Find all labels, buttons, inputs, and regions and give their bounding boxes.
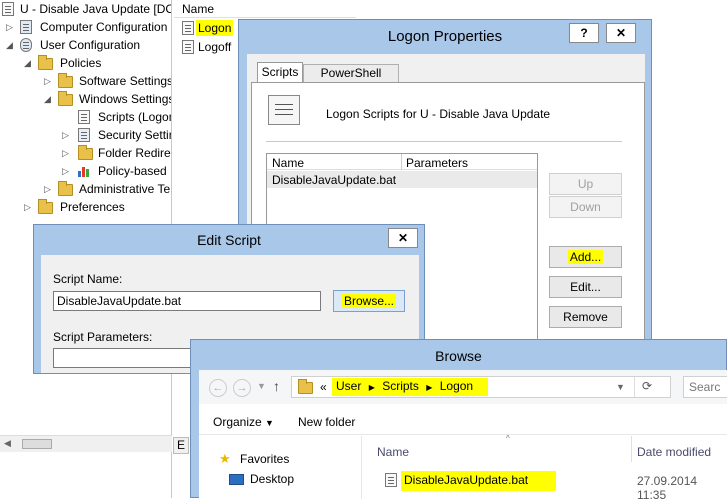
script-icon (182, 40, 194, 54)
expand-arrow-icon[interactable]: ▷ (44, 72, 52, 90)
browse-window: Browse ← → ▼ ↑ « User ▶ Scripts ▶ Logon … (190, 339, 727, 502)
list-item-logoff[interactable]: Logoff (178, 38, 236, 56)
recent-dropdown-icon[interactable]: ▼ (257, 381, 266, 391)
breadcrumb: User ▶ Scripts ▶ Logon (332, 378, 488, 396)
nav-desktop[interactable]: Desktop (250, 472, 294, 486)
edit-button[interactable]: Edit... (549, 276, 622, 298)
desktop-icon (229, 474, 244, 485)
toolbar: Organize ▼ New folder (199, 407, 727, 435)
folder-icon (58, 181, 73, 196)
scroll-left-icon[interactable]: ◀ (4, 438, 11, 449)
script-icon (182, 21, 194, 35)
breadcrumb-prefix: « (320, 380, 327, 394)
collapse-arrow-icon[interactable]: ◢ (6, 36, 14, 54)
scrollbar-thumb[interactable] (22, 439, 52, 449)
expand-arrow-icon[interactable]: ▷ (44, 180, 52, 198)
nav-favorites[interactable]: Favorites (240, 452, 289, 466)
remove-button[interactable]: Remove (549, 306, 622, 328)
list-item-logon[interactable]: Logon (178, 19, 236, 37)
column-date-modified[interactable]: Date modified (637, 445, 711, 459)
search-input[interactable]: Searc (683, 376, 727, 398)
folder-icon (38, 199, 53, 214)
list-column-header[interactable]: Name (174, 0, 356, 18)
folder-icon (58, 91, 73, 106)
shield-icon (78, 128, 90, 142)
refresh-icon[interactable]: ⟳ (642, 379, 652, 393)
address-bar-row: ← → ▼ ↑ « User ▶ Scripts ▶ Logon ▼ ⟳ Sea… (199, 370, 727, 404)
close-button[interactable]: ✕ (388, 228, 418, 248)
script-file-icon (268, 95, 300, 125)
window-title: Edit Script (197, 232, 261, 248)
script-parameters-input[interactable] (53, 348, 193, 368)
help-button[interactable]: ? (569, 23, 599, 43)
table-row[interactable]: DisableJavaUpdate.bat (267, 171, 537, 188)
up-arrow-icon[interactable]: ↑ (273, 378, 280, 394)
breadcrumb-scripts[interactable]: Scripts (382, 379, 419, 393)
address-bar[interactable]: « User ▶ Scripts ▶ Logon ▼ ⟳ (291, 376, 671, 398)
folder-icon (58, 73, 73, 88)
add-button[interactable]: Add... (549, 246, 622, 268)
folder-icon (38, 55, 53, 70)
back-icon[interactable]: ← (209, 379, 227, 397)
close-button[interactable]: ✕ (606, 23, 636, 43)
down-button[interactable]: Down (549, 196, 622, 218)
sort-arrow-icon: ^ (506, 434, 510, 443)
scripts-heading: Logon Scripts for U - Disable Java Updat… (326, 107, 551, 121)
expand-arrow-icon[interactable]: ▷ (62, 144, 70, 162)
new-folder-button[interactable]: New folder (298, 415, 355, 429)
folder-icon (78, 145, 93, 160)
expand-arrow-icon[interactable]: ▷ (6, 18, 14, 36)
computer-icon (20, 20, 32, 34)
forward-icon[interactable]: → (233, 379, 251, 397)
script-parameters-label: Script Parameters: (53, 330, 153, 344)
batch-file-icon (385, 473, 397, 487)
file-row[interactable]: DisableJavaUpdate.bat 27.09.2014 11:35 (377, 470, 727, 502)
folder-icon (298, 379, 313, 394)
breadcrumb-logon[interactable]: Logon (440, 379, 473, 393)
browse-button[interactable]: Browse... (333, 290, 405, 312)
dropdown-icon: ▼ (265, 418, 274, 428)
address-dropdown-icon[interactable]: ▼ (616, 382, 625, 392)
star-icon: ★ (219, 451, 231, 466)
collapse-arrow-icon[interactable]: ◢ (24, 54, 32, 72)
user-icon (20, 38, 32, 52)
tab-scripts[interactable]: Scripts (257, 62, 303, 82)
browse-body: ← → ▼ ↑ « User ▶ Scripts ▶ Logon ▼ ⟳ Sea… (199, 370, 727, 502)
script-icon (78, 110, 90, 124)
gpo-icon (2, 2, 14, 16)
table-header: Name Parameters (267, 154, 537, 170)
expand-arrow-icon[interactable]: ▷ (62, 126, 70, 144)
window-title: Browse (435, 348, 482, 364)
script-name-input[interactable]: DisableJavaUpdate.bat (53, 291, 321, 311)
collapse-arrow-icon[interactable]: ◢ (44, 90, 52, 108)
script-name-label: Script Name: (53, 272, 123, 286)
tab-powershell-scripts[interactable]: PowerShell Scripts (303, 64, 399, 96)
tree-horizontal-scrollbar[interactable]: ◀ (0, 435, 172, 452)
organize-button[interactable]: Organize ▼ (213, 415, 274, 429)
bottom-tab[interactable]: E (173, 437, 189, 454)
up-button[interactable]: Up (549, 173, 622, 195)
column-name[interactable]: Name (377, 445, 409, 459)
chart-icon (78, 165, 92, 177)
expand-arrow-icon[interactable]: ▷ (62, 162, 70, 180)
expand-arrow-icon[interactable]: ▷ (24, 198, 32, 216)
file-name: DisableJavaUpdate.bat (401, 471, 557, 491)
breadcrumb-user[interactable]: User (336, 379, 361, 393)
